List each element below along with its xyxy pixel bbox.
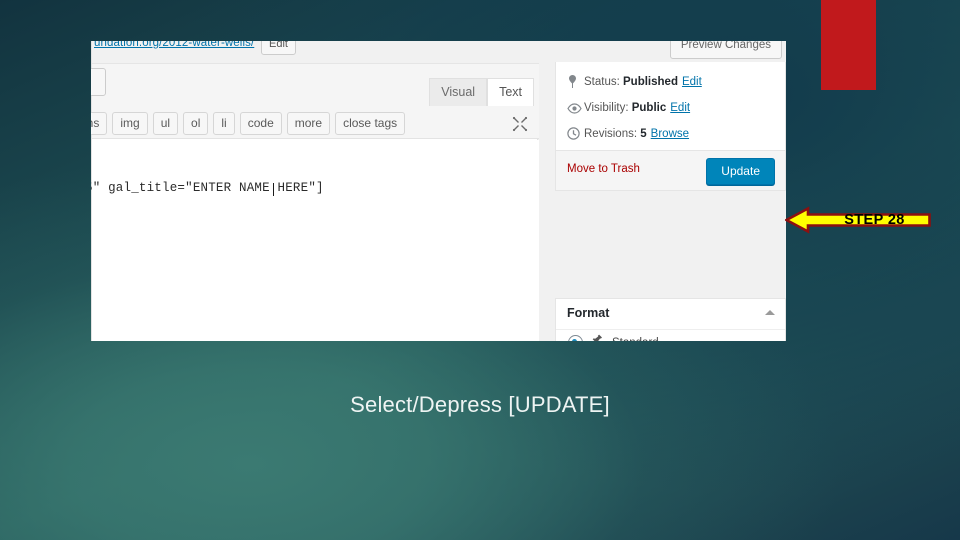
quicktag-more-button[interactable]: more [286,112,331,135]
format-box-header[interactable]: Format [556,299,785,330]
step-callout-label: STEP 28 [844,212,905,228]
add-media-button[interactable] [91,68,106,96]
quicktag-li-button[interactable]: li [213,112,235,135]
slide-canvas: undation.org/2012-water-wells/ Edit Visu… [0,0,960,540]
editor-mode-tabs: Visual Text [429,78,534,106]
status-label: Status: [584,76,620,88]
revisions-value: 5 [640,128,647,140]
pin-icon [567,69,584,95]
quicktag-code-button[interactable]: code [239,112,282,135]
fullscreen-icon[interactable] [512,116,528,132]
text-caret [273,183,274,196]
revisions-row: Revisions: 5 Browse [556,121,785,147]
visibility-label: Visibility: [584,102,629,114]
status-row: Status: Published Edit [556,69,785,95]
format-box-title: Format [567,306,610,320]
status-edit-link[interactable]: Edit [682,69,702,95]
publish-box-footer: Move to Trash Update [556,150,785,190]
tab-visual[interactable]: Visual [429,78,488,106]
publish-box: Status: Published Edit Visibility: Public… [555,62,786,191]
eye-icon [567,95,584,121]
pin-icon [590,334,605,341]
permalink-edit-button[interactable]: Edit [261,41,296,55]
quicktag-ul-button[interactable]: ul [152,112,179,135]
post-content-textarea[interactable]: 5" gal_title="ENTER NAME HERE"] [91,140,539,341]
status-value: Published [623,76,678,88]
quicktags-toolbar: ins img ul ol li code more close tags [91,109,539,139]
move-to-trash-link[interactable]: Move to Trash [567,163,640,175]
revisions-label: Revisions: [584,128,638,140]
clock-icon [567,121,584,147]
quicktag-close-tags-button[interactable]: close tags [335,112,406,135]
revisions-browse-link[interactable]: Browse [651,121,689,147]
update-button[interactable]: Update [706,158,775,185]
post-editor-panel: undation.org/2012-water-wells/ Edit Visu… [91,41,539,341]
permalink-url-link[interactable]: undation.org/2012-water-wells/ [94,41,254,49]
quicktag-ins-button[interactable]: ins [91,112,108,135]
embedded-screenshot: undation.org/2012-water-wells/ Edit Visu… [91,41,786,341]
quicktags-button-group: ins img ul ol li code more close tags [91,112,406,135]
quicktag-img-button[interactable]: img [112,112,148,135]
quicktag-ol-button[interactable]: ol [183,112,209,135]
editor-code-text: 5" gal_title="ENTER NAME HERE"] [91,181,324,195]
format-label-standard: Standard [612,337,659,342]
visibility-edit-link[interactable]: Edit [670,95,690,121]
slide-caption: Select/Depress [UPDATE] [350,392,610,417]
format-box: Format Standard [555,298,786,341]
radio-standard[interactable] [568,335,583,341]
chevron-up-icon[interactable] [765,310,775,315]
publish-sidebar: Preview Changes Status: Published Edit V… [555,41,786,341]
visibility-row: Visibility: Public Edit [556,95,785,121]
red-accent-rectangle [821,0,876,90]
format-option-standard[interactable]: Standard [556,330,785,341]
tab-text[interactable]: Text [487,78,534,106]
preview-changes-button[interactable]: Preview Changes [669,41,782,59]
step-callout-arrow: STEP 28 [785,206,931,234]
permalink-row: undation.org/2012-water-wells/ Edit [92,41,539,64]
visibility-value: Public [631,102,667,114]
editor-toolbar-top: Visual Text [91,64,539,109]
